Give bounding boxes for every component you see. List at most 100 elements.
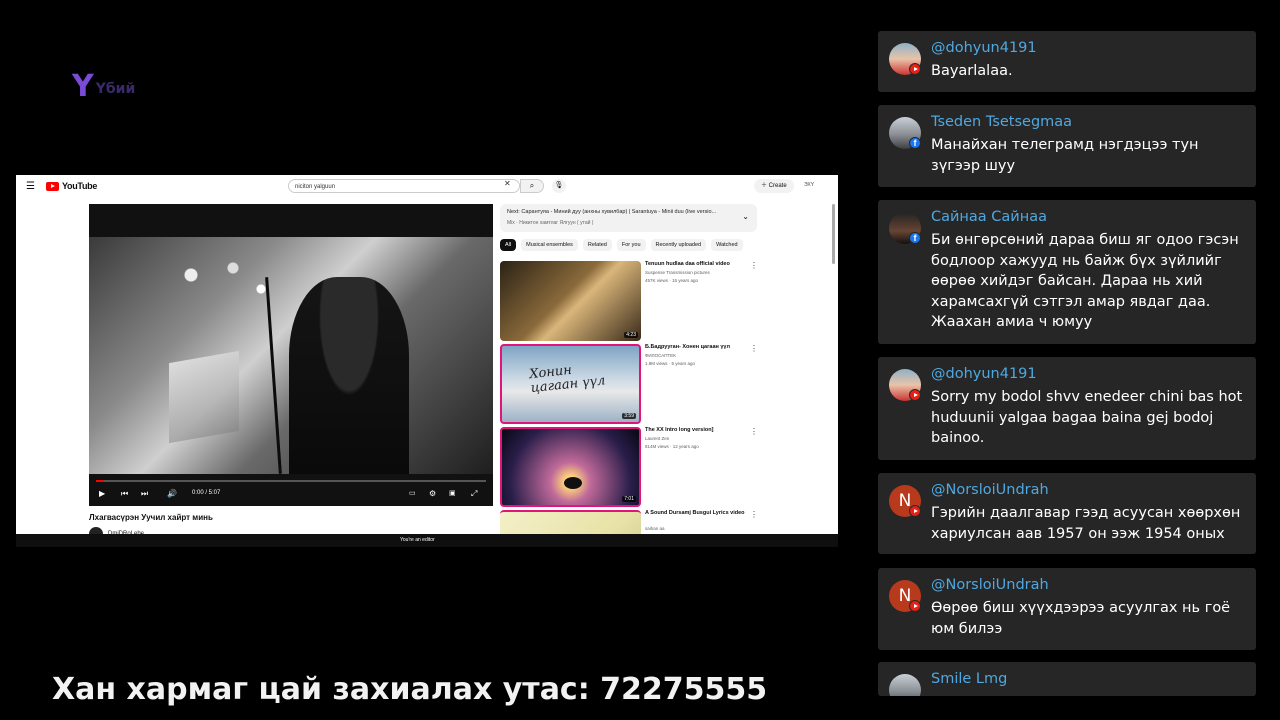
chat-message: N @NorsloiUndrah Өөрөө биш хүүхдээрээ ас… — [878, 568, 1256, 650]
video-frame — [89, 237, 493, 474]
chat-message: @dohyun4191 Bayarlalaa. — [878, 31, 1256, 92]
next-up-sub: Mix · Никитон хамтлаг Ялгуун ( утай ) — [507, 220, 594, 226]
chat-message: N @NorsloiUndrah Гэрийн даалгавар гээд а… — [878, 473, 1256, 554]
youtube-icon — [909, 63, 921, 75]
video-thumbnail[interactable]: 4:23 — [500, 261, 641, 341]
chevron-down-icon[interactable]: ⌄ — [742, 212, 749, 221]
youtube-icon — [909, 505, 921, 517]
more-options-icon[interactable]: ⋮ — [750, 261, 758, 270]
chip-musical-ensembles[interactable]: Musical ensembles — [521, 239, 578, 251]
rec-meta: 1.8M views · 5 years ago — [645, 361, 696, 366]
duration-badge: 4:23 — [624, 332, 638, 338]
rec-channel: ФИЛОСАПТЕК — [645, 353, 676, 358]
volume-icon[interactable]: 🔊 — [167, 489, 177, 498]
next-icon[interactable]: ⏭ — [141, 489, 148, 499]
facebook-icon: f — [909, 232, 921, 244]
rec-channel: Suspense Transmission pictures — [645, 270, 710, 275]
rec-channel: Laurent Zen — [645, 436, 670, 441]
chat-text: Өөрөө биш хүүхдээрээ асуулгах нь гоё юм … — [931, 600, 1231, 637]
facebook-icon: f — [909, 137, 921, 149]
chip-related[interactable]: Related — [582, 239, 612, 251]
chip-recently-uploaded[interactable]: Recently uploaded — [650, 239, 707, 251]
order-banner: Хан хармаг цай захиалах утас: 72275555 — [52, 672, 768, 707]
recommended-video[interactable]: 7:01 The XX Intro long version] Laurent … — [500, 427, 770, 507]
create-label: Create — [768, 183, 787, 189]
avatar — [889, 674, 921, 696]
chip-watched[interactable]: Watched — [711, 239, 743, 251]
chip-for-you[interactable]: For you — [616, 239, 646, 251]
microphone-icon: 🎙 — [554, 182, 564, 189]
chat-text: Манайхан телеграмд нэгдэцээ тун зүгээр ш… — [931, 137, 1199, 174]
chat-username: Tseden Tsetsegmaa — [931, 114, 1073, 130]
youtube-screen-share: ☰ YouTube niciton yalguun ✕ ⌕ 🎙 ＋ Create… — [16, 175, 838, 547]
editor-notice: You're an editor — [396, 536, 439, 544]
time-display: 0:00 / 5:07 — [192, 490, 221, 496]
rec-title[interactable]: Б.Бадрууган- Хонен цагаан үүл — [645, 344, 755, 350]
chat-username: @NorsloiUndrah — [931, 482, 1049, 498]
chat-username: @dohyun4191 — [931, 40, 1037, 56]
thumbnail-caption: Хонин цагаан үүл — [528, 362, 606, 397]
youtube-icon — [909, 389, 921, 401]
more-options-icon[interactable]: ⋮ — [750, 510, 758, 519]
youtube-logo[interactable]: YouTube — [46, 181, 97, 191]
rec-channel: saihan aa — [645, 526, 665, 531]
chat-username: Сайнаа Сайнаа — [931, 209, 1047, 225]
singer-figure — [289, 277, 409, 474]
video-player[interactable]: ▶ ⏮ ⏭ 🔊 0:00 / 5:07 ▭ ⚙ ▣ ⤢ — [89, 204, 493, 506]
fullscreen-icon[interactable]: ⤢ — [471, 489, 477, 499]
next-up-title: Next: Сарантуяа - Миний дуу (анхны хувил… — [507, 209, 717, 215]
chat-username: @dohyun4191 — [931, 366, 1037, 382]
miniplayer-icon[interactable]: ▣ — [449, 489, 456, 497]
youtube-play-icon — [46, 181, 59, 191]
chat-username: @NorsloiUndrah — [931, 577, 1049, 593]
rec-title[interactable]: A Sound Dursamj Busgui Lyrics video — [645, 510, 755, 516]
youtube-icon — [909, 600, 921, 612]
brand-logo-text: Yбий — [95, 81, 136, 97]
chat-text: Sorry my bodol shvv enedeer chini bas ho… — [931, 389, 1243, 447]
recommended-video[interactable]: Хонин цагаан үүл 3:59 Б.Бадрууган- Хонен… — [500, 344, 770, 424]
progress-fill — [96, 480, 104, 482]
rec-title[interactable]: The XX Intro long version] — [645, 427, 755, 433]
settings-icon[interactable]: ⚙ — [429, 489, 436, 498]
chat-text: Би өнгөрсөний дараа биш яг одоо гэсэн бо… — [931, 232, 1239, 331]
tree-silhouette — [564, 477, 582, 489]
search-button[interactable]: ⌕ — [520, 179, 544, 193]
video-title: Лхагвасүрэн Уучил хайрт минь — [89, 513, 213, 522]
chat-message: f Tseden Tsetsegmaa Манайхан телеграмд н… — [878, 105, 1256, 187]
create-button[interactable]: ＋ Create — [754, 179, 794, 193]
menu-icon[interactable]: ☰ — [26, 181, 35, 192]
more-options-icon[interactable]: ⋮ — [750, 427, 758, 436]
recommended-video[interactable]: 4:23 Tenuun hudlaa daa official video Su… — [500, 261, 770, 341]
duration-badge: 3:59 — [622, 413, 636, 419]
chat-username: Smile Lmg — [931, 671, 1008, 687]
music-stand — [169, 350, 239, 444]
search-icon: ⌕ — [529, 181, 535, 190]
duration-badge: 7:01 — [622, 496, 636, 502]
video-thumbnail[interactable]: 7:01 — [500, 427, 641, 507]
progress-bar[interactable] — [96, 480, 486, 482]
rec-meta: 457K views · 15 years ago — [645, 278, 699, 283]
account-label[interactable]: ЭХY — [804, 182, 814, 188]
chat-message: f Сайнаа Сайнаа Би өнгөрсөний дараа биш … — [878, 200, 1256, 344]
chat-message: @dohyun4191 Sorry my bodol shvv enedeer … — [878, 357, 1256, 460]
play-icon[interactable]: ▶ — [99, 489, 105, 498]
chat-message: Smile Lmg — [878, 662, 1256, 696]
brand-logo: Y Yбий — [72, 72, 135, 102]
more-options-icon[interactable]: ⋮ — [750, 344, 758, 353]
search-input[interactable]: niciton yalguun — [288, 179, 520, 193]
video-thumbnail[interactable]: Хонин цагаан үүл 3:59 — [500, 344, 641, 424]
brand-logo-mark: Y — [72, 69, 94, 104]
chat-text: Bayarlalaa. — [931, 63, 1013, 79]
clear-search-icon[interactable]: ✕ — [504, 179, 511, 188]
previous-icon[interactable]: ⏮ — [121, 489, 128, 499]
next-up-card[interactable]: Next: Сарантуяа - Миний дуу (анхны хувил… — [500, 204, 757, 232]
filter-chips: All Musical ensembles Related For you Re… — [500, 239, 743, 251]
captions-icon[interactable]: ▭ — [409, 489, 416, 497]
chip-all[interactable]: All — [500, 239, 517, 251]
youtube-logo-text: YouTube — [62, 181, 98, 191]
rec-meta: 814M views · 12 years ago — [645, 444, 699, 449]
voice-search-button[interactable]: 🎙 — [552, 179, 566, 193]
scrollbar[interactable] — [832, 204, 835, 264]
chat-text: Гэрийн даалгавар гээд асуусан хөөрхөн ха… — [931, 505, 1241, 542]
rec-title[interactable]: Tenuun hudlaa daa official video — [645, 261, 755, 267]
